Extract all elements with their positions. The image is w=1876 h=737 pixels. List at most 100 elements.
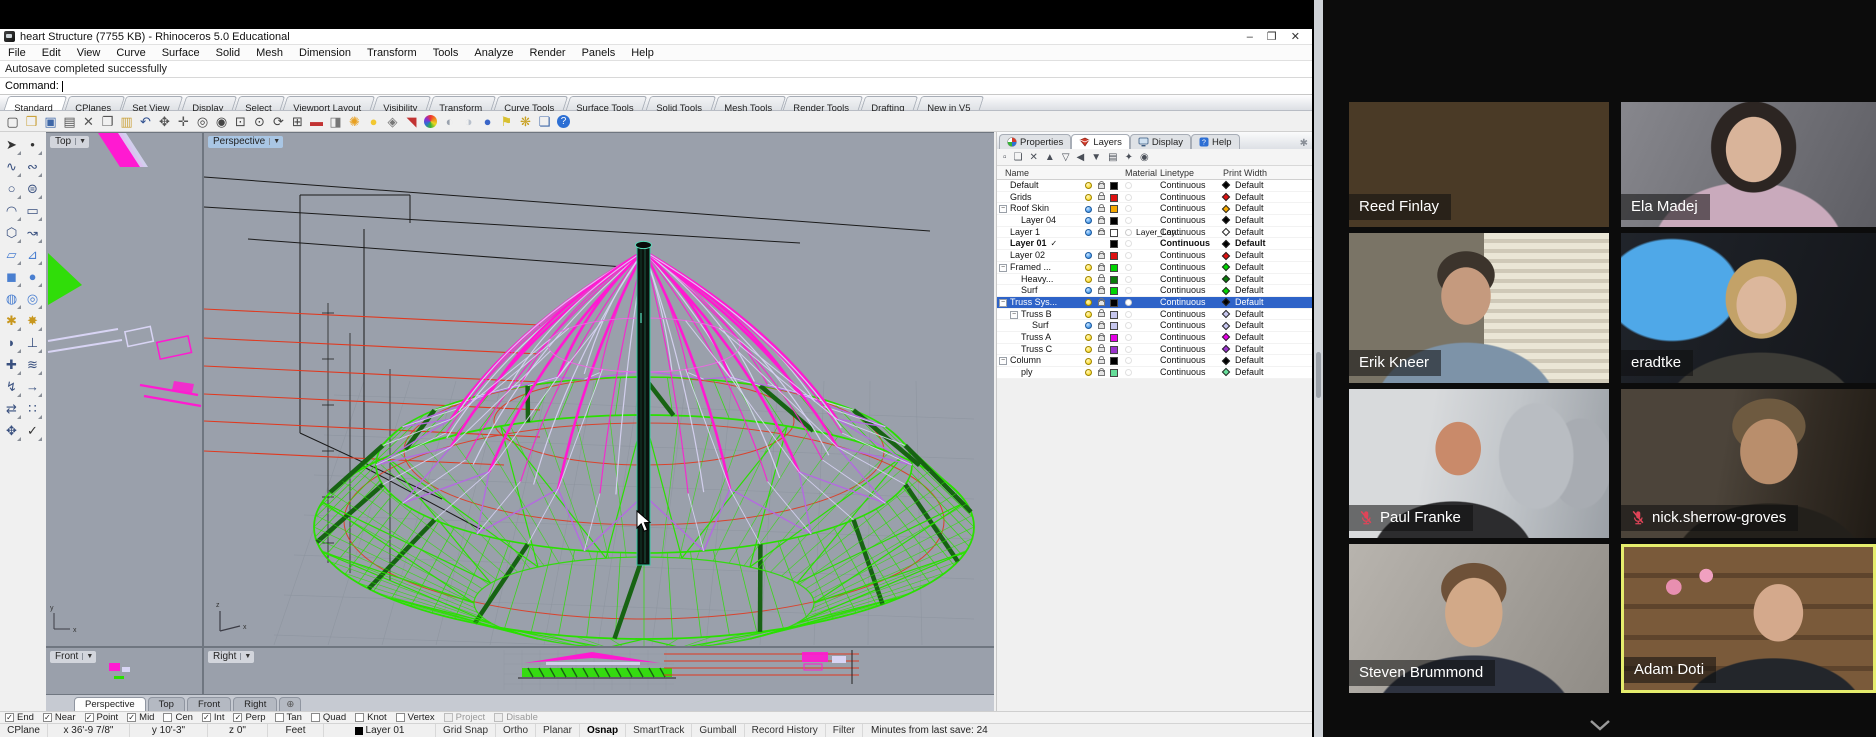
layer-color-swatch[interactable] xyxy=(1110,182,1118,190)
right-viewport-canvas[interactable] xyxy=(204,648,994,694)
print-width-value[interactable]: Default xyxy=(1235,320,1264,332)
layer-row[interactable]: Surf Continuous Default xyxy=(997,320,1312,332)
menu-transform[interactable]: Transform xyxy=(359,47,425,59)
layer-linetype[interactable]: Continuous xyxy=(1160,297,1206,309)
panel-tab-display[interactable]: Display xyxy=(1129,134,1191,149)
loft-tool[interactable]: ⊿ xyxy=(22,244,43,266)
render-preview-icon[interactable]: ◨ xyxy=(326,112,345,131)
share-divider[interactable] xyxy=(1314,0,1323,737)
layer-linetype[interactable]: Continuous xyxy=(1160,203,1206,215)
layer-visibility-bulb-icon[interactable] xyxy=(1085,193,1092,201)
help-icon[interactable]: ? xyxy=(557,114,570,128)
flag-icon[interactable]: ⚑ xyxy=(497,112,516,131)
layer-material-icon[interactable] xyxy=(1125,228,1132,236)
layer-material-icon[interactable] xyxy=(1125,182,1132,189)
toggle-planar[interactable]: Planar xyxy=(536,724,580,737)
menu-surface[interactable]: Surface xyxy=(154,47,208,59)
layer-color-swatch[interactable] xyxy=(1110,345,1118,354)
layer-visibility-bulb-icon[interactable] xyxy=(1085,217,1092,225)
layer-material-icon[interactable] xyxy=(1125,240,1132,248)
menu-mesh[interactable]: Mesh xyxy=(248,47,291,59)
menu-dimension[interactable]: Dimension xyxy=(291,47,359,59)
toolbar-tab-surface-tools[interactable]: Surface Tools xyxy=(566,96,649,114)
layer-lock-icon[interactable] xyxy=(1098,321,1105,329)
checkbox[interactable]: ✓ xyxy=(84,713,94,722)
top-viewport-label[interactable]: Top ▼ xyxy=(50,136,90,148)
osnap-near[interactable]: ✓ Near xyxy=(42,712,76,723)
zoom-icon[interactable]: ◎ xyxy=(193,112,212,131)
toolbar-tab-display[interactable]: Display xyxy=(181,96,238,114)
layer-color-swatch[interactable] xyxy=(1110,263,1118,272)
print-icon[interactable]: ▤ xyxy=(60,112,79,131)
box-tool[interactable]: ◼ xyxy=(1,266,22,288)
menu-help[interactable]: Help xyxy=(623,47,662,59)
menu-solid[interactable]: Solid xyxy=(208,47,248,59)
rhino-logo-icon[interactable]: ◥ xyxy=(402,112,421,131)
perspective-viewport-label[interactable]: Perspective ▼ xyxy=(208,136,284,148)
layer-material-icon[interactable] xyxy=(1125,275,1132,283)
lock-icon[interactable]: ◈ xyxy=(383,112,402,131)
layer-row[interactable]: − Truss B Continuous Default xyxy=(997,308,1312,321)
layer-linetype[interactable]: Continuous xyxy=(1160,250,1206,262)
layer-row[interactable]: ply Continuous Default xyxy=(997,367,1312,379)
layer-linetype[interactable]: Continuous xyxy=(1160,262,1206,274)
menu-file[interactable]: File xyxy=(0,47,34,59)
status-x[interactable]: x 36'-9 7/8" xyxy=(48,724,130,737)
layer-linetype[interactable]: Continuous xyxy=(1160,180,1206,192)
print-width-value[interactable]: Default xyxy=(1235,215,1264,227)
checkbox[interactable] xyxy=(494,713,504,722)
osnap-vertex[interactable]: Vertex xyxy=(395,712,435,723)
layer-tools-icon[interactable]: ✦ xyxy=(1125,152,1133,163)
layer-visibility-bulb-icon[interactable] xyxy=(1085,275,1092,283)
layer-visibility-bulb-icon[interactable] xyxy=(1085,182,1092,190)
boolean-tool[interactable]: ✱ xyxy=(1,310,22,332)
new-layer-icon[interactable]: ▫ xyxy=(1003,152,1007,163)
toolbar-tab-new-in-v5[interactable]: New in V5 xyxy=(916,96,985,114)
layer-color-swatch[interactable] xyxy=(1110,322,1118,331)
polyline-tool[interactable]: ∿ xyxy=(1,156,22,178)
layer-linetype[interactable]: Continuous xyxy=(1160,332,1206,344)
checkbox[interactable]: ✓ xyxy=(5,713,14,722)
layer-row[interactable]: Truss A Continuous Default xyxy=(997,331,1312,344)
print-width-value[interactable]: Default xyxy=(1235,367,1264,379)
curve-from-object-tool[interactable]: ↯ xyxy=(1,376,22,398)
status-y[interactable]: y 10'-3" xyxy=(130,724,208,737)
layer-row[interactable]: Default Continuous Default xyxy=(997,180,1312,192)
offset-tool[interactable]: ≋ xyxy=(22,354,43,376)
layer-visibility-bulb-icon[interactable] xyxy=(1085,310,1092,318)
osnap-quad[interactable]: Quad xyxy=(310,712,346,723)
toolbar-tab-render-tools[interactable]: Render Tools xyxy=(783,96,864,114)
osnap-cen[interactable]: Cen xyxy=(163,712,193,723)
paste-icon[interactable]: ▥ xyxy=(117,112,136,131)
expand-collapse-icon[interactable]: − xyxy=(999,205,1007,214)
layer-color-swatch[interactable] xyxy=(1110,298,1118,307)
front-viewport-label[interactable]: Front ▼ xyxy=(50,651,97,663)
lamp-icon[interactable]: ● xyxy=(364,112,383,131)
checkbox[interactable]: ✓ xyxy=(201,713,211,722)
print-width-value[interactable]: Default xyxy=(1235,355,1264,367)
layer-row[interactable]: Layer 04 Continuous Default xyxy=(997,215,1312,227)
layer-visibility-bulb-icon[interactable] xyxy=(1085,228,1092,236)
print-width-value[interactable]: Default xyxy=(1235,227,1264,239)
layer-linetype[interactable]: Continuous xyxy=(1160,320,1206,332)
toolbar-tab-viewport-layout[interactable]: Viewport Layout xyxy=(283,96,376,114)
checkbox[interactable] xyxy=(355,713,365,722)
layer-color-swatch[interactable] xyxy=(1110,228,1118,237)
minimize-button[interactable]: – xyxy=(1247,30,1253,44)
osnap-project[interactable]: Project xyxy=(443,712,485,723)
toggle-grid-snap[interactable]: Grid Snap xyxy=(436,724,497,737)
checkbox[interactable]: ✓ xyxy=(127,713,137,722)
toolbar-tab-visibility[interactable]: Visibility xyxy=(373,96,432,114)
save-icon[interactable]: ▣ xyxy=(41,112,60,131)
rendered-mode-icon[interactable]: ● xyxy=(478,112,497,131)
layer-row[interactable]: − Framed ... Continuous Default xyxy=(997,261,1312,274)
front-viewport[interactable]: Front ▼ xyxy=(46,648,202,694)
match-layer-icon[interactable]: ▤ xyxy=(1108,152,1117,163)
print-width-value[interactable]: Default xyxy=(1235,344,1264,356)
layer-lock-icon[interactable] xyxy=(1098,227,1105,236)
toggle-gumball[interactable]: Gumball xyxy=(692,724,745,737)
copy-icon[interactable]: ❐ xyxy=(98,112,117,131)
toolbar-tab-cplanes[interactable]: CPlanes xyxy=(64,96,125,114)
layer-row[interactable]: Layer 02 Continuous Default xyxy=(997,250,1312,262)
close-button[interactable]: ✕ xyxy=(1291,30,1300,44)
